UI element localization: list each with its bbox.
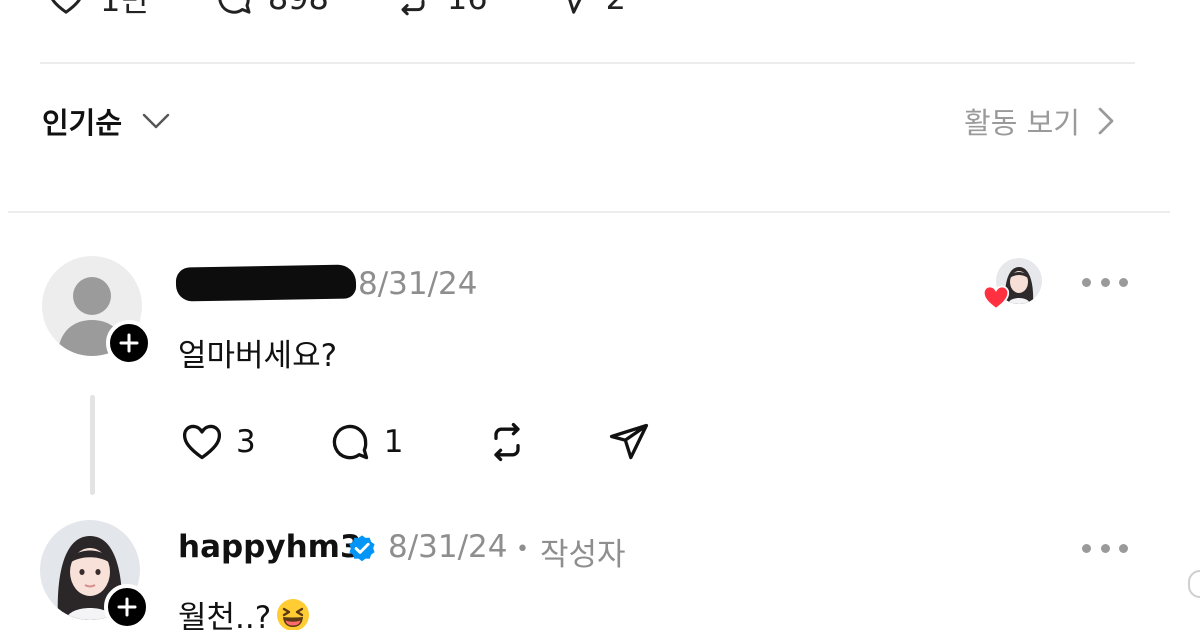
comment-username[interactable]: happyhm3	[178, 529, 362, 565]
comment-actions: 3 1	[180, 420, 651, 464]
plus-icon	[119, 333, 139, 353]
comment-repost-button[interactable]	[485, 420, 529, 464]
post-repost-button[interactable]: 16	[393, 0, 488, 18]
more-icon[interactable]	[1082, 538, 1128, 558]
post-repost-count: 16	[447, 0, 488, 17]
thread-line	[90, 395, 95, 495]
repost-icon	[401, 0, 425, 16]
more-dot	[1082, 543, 1091, 553]
more-icon[interactable]	[1082, 272, 1128, 292]
post-share-count: 2	[606, 0, 626, 17]
heart-filled-icon	[982, 285, 1010, 310]
comment-date: 8/31/24	[358, 266, 478, 302]
comment-reply-count: 1	[383, 424, 404, 460]
comment-share-button[interactable]	[607, 420, 651, 464]
repost-icon	[494, 422, 521, 462]
post-comment-button[interactable]: 898	[214, 0, 329, 18]
more-dot	[1100, 277, 1110, 287]
verified-badge-icon	[349, 535, 375, 562]
post-like-count: 1만	[100, 0, 150, 19]
comment-author-avatar[interactable]	[42, 256, 152, 366]
comment-reply-button[interactable]: 1	[328, 420, 404, 464]
comment-like-count: 3	[236, 424, 256, 460]
comment-like-button[interactable]: 3	[180, 420, 256, 464]
chevron-down-icon	[142, 113, 170, 129]
view-activity-link[interactable]: 활동 보기	[964, 100, 1120, 142]
follow-button[interactable]	[104, 584, 150, 630]
heart-icon	[51, 0, 81, 14]
view-activity-label: 활동 보기	[964, 106, 1080, 140]
chevron-right-icon	[1098, 107, 1114, 135]
comment-text: 얼마버세요?	[178, 338, 338, 374]
comment-text: 월천..?	[178, 592, 311, 630]
send-icon	[567, 0, 581, 14]
grinning-squinting-face-emoji	[277, 598, 310, 630]
send-icon	[610, 423, 649, 460]
plus-icon	[117, 597, 137, 617]
follow-button[interactable]	[106, 320, 152, 366]
post-like-button[interactable]: 1만	[46, 0, 150, 21]
more-dot	[1119, 543, 1128, 553]
more-dot	[1082, 277, 1091, 287]
sort-label: 인기순	[42, 106, 123, 140]
author-avatar[interactable]	[40, 520, 150, 630]
comment-text-value: 월천..?	[178, 600, 272, 630]
sort-dropdown[interactable]: 인기순	[42, 100, 174, 142]
post-actions-bar: 1만 898 16 2	[46, 0, 690, 21]
redacted-username	[175, 264, 357, 302]
author-tag: 작성자	[540, 537, 626, 573]
comment-icon	[332, 424, 368, 460]
divider	[40, 62, 1135, 64]
divider	[8, 211, 1170, 213]
heart-icon	[182, 424, 222, 460]
more-dot	[1100, 543, 1110, 553]
post-comment-count: 898	[268, 0, 329, 17]
comment-date: 8/31/24	[388, 529, 508, 565]
meta-separator: •	[516, 537, 529, 562]
post-share-button[interactable]: 2	[552, 0, 626, 18]
more-dot	[1119, 277, 1128, 287]
comment-icon	[218, 0, 251, 14]
scroll-edge-indicator	[1188, 570, 1200, 598]
